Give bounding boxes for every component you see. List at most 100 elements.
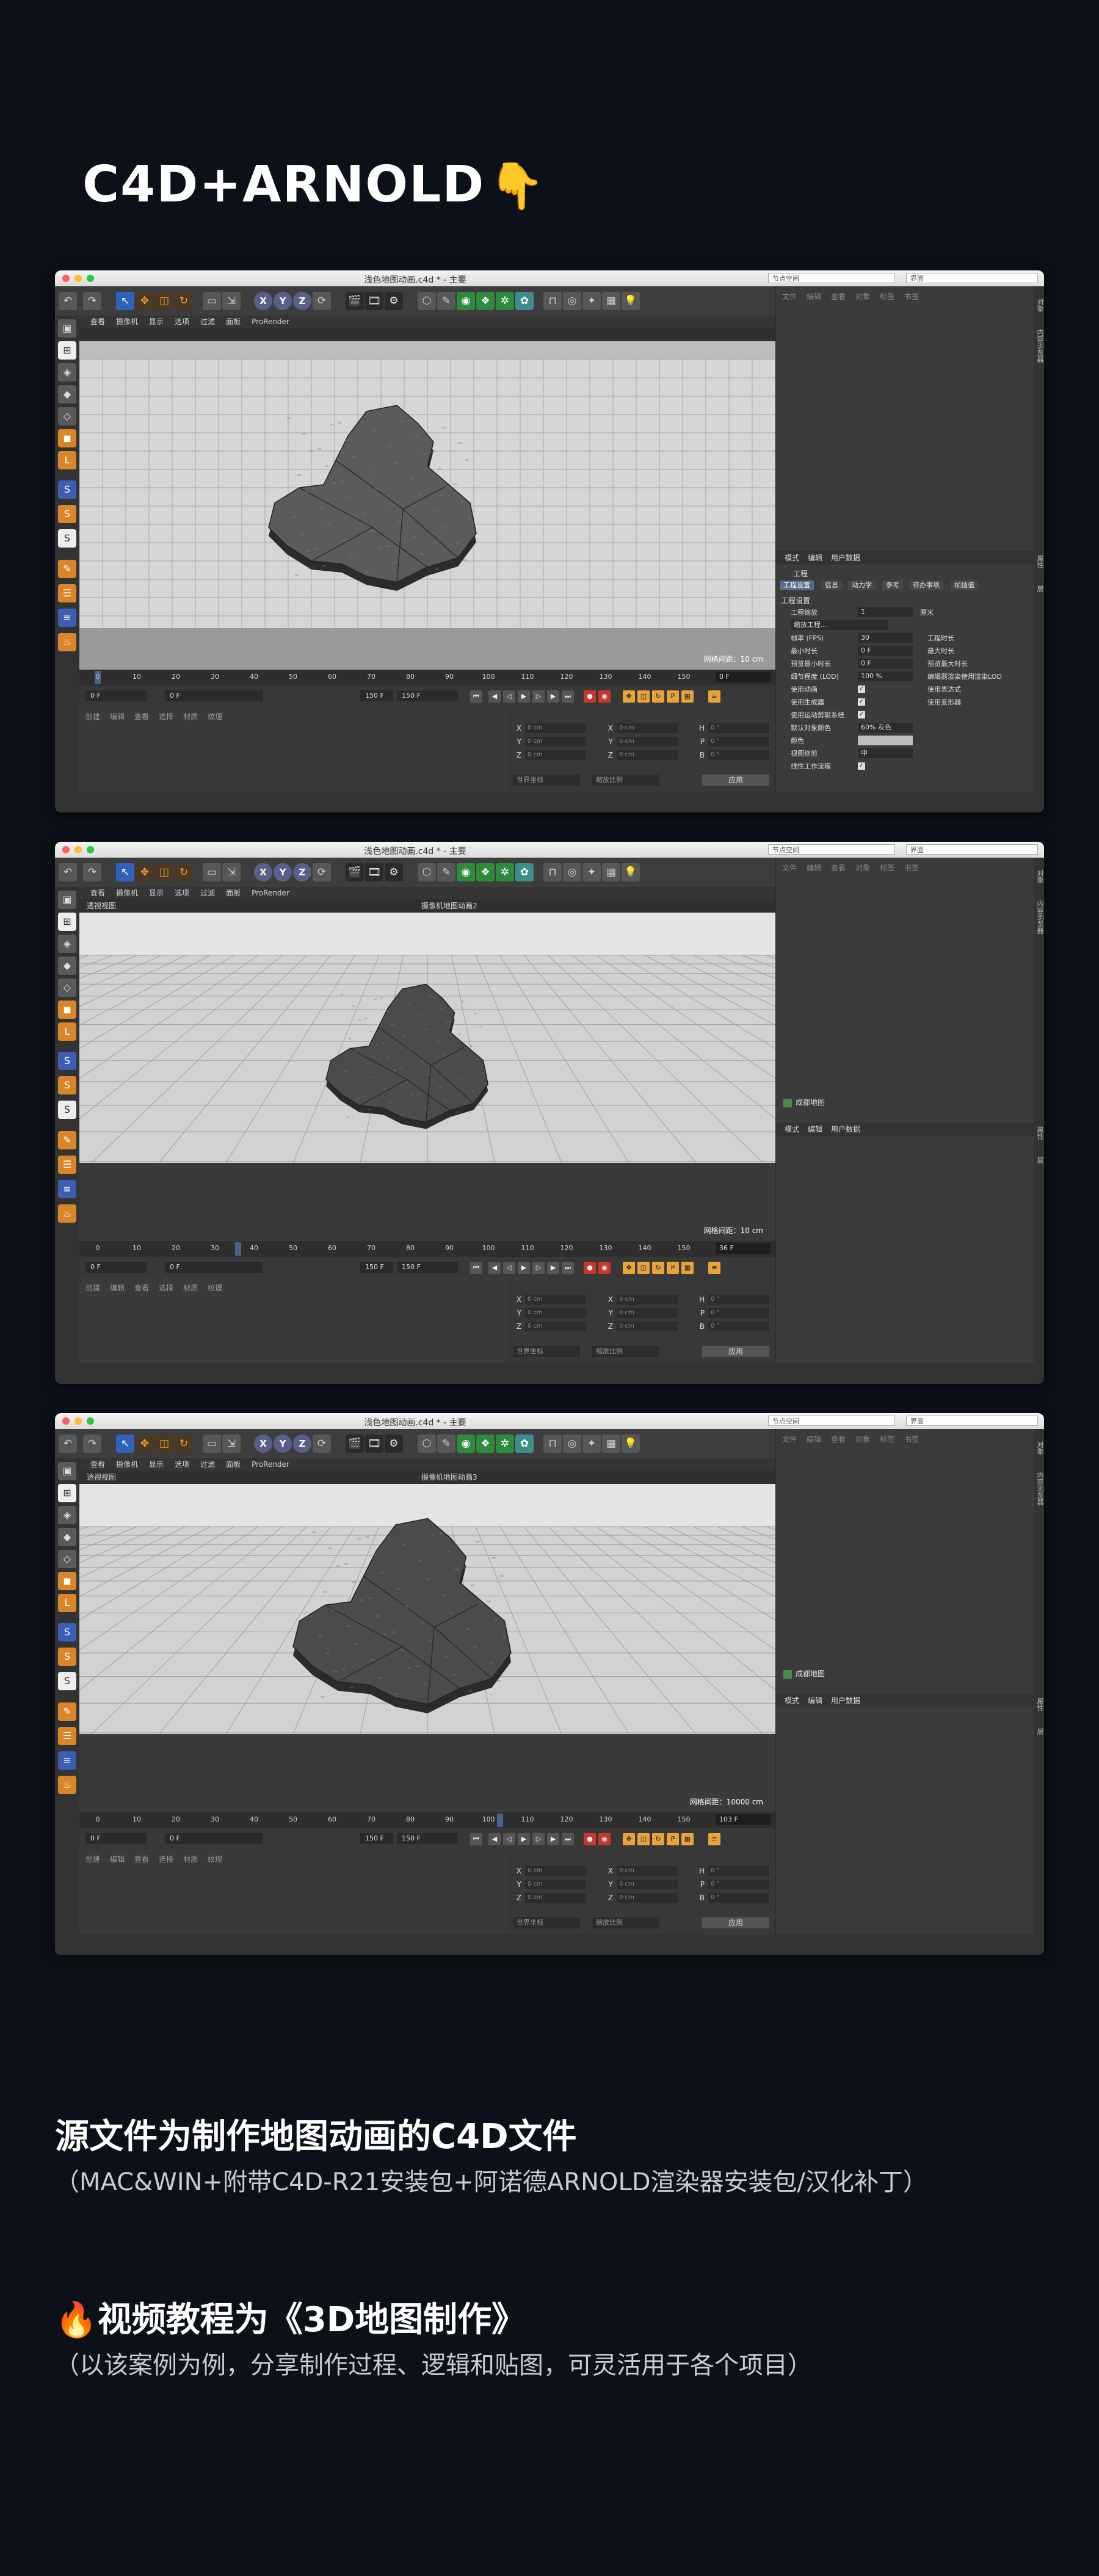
material-menu-item[interactable]: 纹理 — [208, 1855, 222, 1864]
key-scale-icon[interactable]: ◫ — [637, 1833, 650, 1845]
timeline-playhead[interactable] — [235, 1242, 242, 1256]
object-manager-menu-item[interactable]: 标签 — [880, 292, 894, 301]
viewport-menu-item[interactable]: 摄像机 — [116, 889, 138, 897]
polygons-mode-icon[interactable]: ◼ — [58, 1000, 76, 1019]
deformer-icon[interactable]: ✲ — [496, 292, 514, 310]
camera-icon[interactable]: ◎ — [563, 863, 581, 881]
prev-key-icon[interactable]: ◀ — [488, 690, 501, 703]
model-mode-icon[interactable]: ▣ — [58, 1462, 76, 1480]
material-menu-item[interactable]: 材质 — [183, 1855, 198, 1864]
object-manager-menu-item[interactable]: 文件 — [782, 864, 797, 872]
viewport-menu-item[interactable]: 查看 — [90, 1460, 105, 1469]
live-select-icon[interactable]: ↖ — [116, 863, 134, 881]
go-to-start-icon[interactable]: ⏮ — [470, 1262, 482, 1274]
object-list-item[interactable]: 成都地图 — [783, 1668, 825, 1679]
texture-mode-icon[interactable]: ⊞ — [58, 341, 76, 360]
frame-range-field[interactable]: 150 F — [360, 1262, 393, 1273]
scene-icon[interactable]: ▦ — [602, 1435, 620, 1453]
coord-system-icon[interactable]: ⟳ — [313, 1435, 331, 1453]
z-axis-icon[interactable]: Z — [293, 863, 311, 881]
axis-mode-icon[interactable]: L — [58, 451, 76, 469]
attribute-value-field[interactable] — [858, 736, 913, 745]
attribute-checkbox[interactable]: ✓ — [858, 698, 865, 706]
render-settings-icon[interactable]: ⚙ — [385, 292, 403, 310]
key-rotate-icon[interactable]: ↻ — [652, 1833, 664, 1845]
viewport-menu-item[interactable]: 面板 — [226, 317, 241, 326]
material-menu-item[interactable]: 查看 — [134, 1855, 149, 1864]
cube-icon[interactable]: ⬡ — [418, 1435, 436, 1453]
z-axis-icon[interactable]: Z — [293, 1435, 311, 1453]
deformer-icon[interactable]: ✲ — [496, 863, 514, 881]
last-tool-icon[interactable]: ⇲ — [222, 863, 241, 881]
material-menu-item[interactable]: 选择 — [159, 1855, 173, 1864]
render-picture-queue-icon[interactable]: 🎞 — [365, 863, 383, 881]
viewport-menu-item[interactable]: ProRender — [252, 317, 289, 326]
object-manager-menu-item[interactable]: 书签 — [904, 1435, 919, 1444]
key-scale-icon[interactable]: ◫ — [637, 690, 650, 703]
snap-settings-icon[interactable]: S — [58, 1648, 76, 1666]
object-manager-menu-item[interactable]: 标签 — [880, 864, 894, 872]
viewport-menu-item[interactable]: 显示 — [149, 889, 164, 897]
texture-mode-icon[interactable]: ⊞ — [58, 1484, 76, 1502]
position-field[interactable]: 0 cm — [525, 737, 586, 747]
object-manager-menu-item[interactable]: 查看 — [831, 1435, 846, 1444]
key-param-icon[interactable]: P — [667, 690, 679, 703]
prev-frame-icon[interactable]: ◁ — [503, 690, 515, 703]
stack-icon[interactable]: ≡ — [58, 1180, 76, 1198]
lamp-icon[interactable]: 💡 — [622, 863, 640, 881]
attribute-menu-item[interactable]: 模式 — [785, 554, 799, 562]
cube-icon[interactable]: ⬡ — [418, 863, 436, 881]
material-menu-item[interactable]: 编辑 — [110, 1284, 125, 1292]
frame-range-field[interactable]: 0 F — [85, 1262, 147, 1273]
attribute-menu-item[interactable]: 用户数据 — [831, 554, 860, 562]
light-icon[interactable]: ✦ — [582, 292, 601, 310]
redo-icon[interactable]: ↷ — [83, 863, 101, 881]
attribute-tab[interactable]: 待办事项 — [909, 581, 943, 590]
mograph-icon[interactable]: ✿ — [515, 1435, 534, 1453]
next-key-icon[interactable]: ▶ — [547, 1833, 559, 1845]
prev-key-icon[interactable]: ◀ — [488, 1833, 501, 1845]
timeline-ruler[interactable]: 0 10 20 30 40 50 60 70 80 90 100 110 120 130 140 150 36 … — [79, 1241, 775, 1257]
attribute-menu-item[interactable]: 模式 — [785, 1696, 799, 1705]
apply-button[interactable]: 应用 — [702, 1346, 769, 1357]
material-menu-item[interactable]: 编辑 — [110, 712, 125, 721]
viewport-menu-item[interactable]: 过滤 — [200, 889, 215, 897]
size-field[interactable]: 0 cm — [617, 1308, 678, 1318]
subdivision-icon[interactable]: ◉ — [457, 863, 475, 881]
array-icon[interactable]: ❖ — [476, 1435, 495, 1453]
material-menu-item[interactable]: 纹理 — [208, 1284, 222, 1292]
tab-objects[interactable]: 对象 — [1035, 870, 1044, 883]
next-key-icon[interactable]: ▶ — [547, 690, 559, 703]
rotation-field[interactable]: 0 ° — [708, 750, 769, 760]
key-rotate-icon[interactable]: ↻ — [652, 1262, 664, 1274]
x-axis-icon[interactable]: X — [254, 863, 272, 881]
attribute-checkbox[interactable]: ✓ — [858, 711, 865, 718]
timeline-icon[interactable]: ≡ — [708, 1262, 720, 1274]
paint-icon[interactable]: ✎ — [58, 560, 76, 578]
axis-mode-icon[interactable]: L — [58, 1594, 76, 1612]
object-manager-menu-item[interactable]: 书签 — [904, 864, 919, 872]
scale-tool-icon[interactable]: ▭ — [203, 292, 221, 310]
go-to-end-icon[interactable]: ⏭ — [562, 1833, 574, 1845]
node-space-dropdown[interactable]: 节点空间 — [768, 273, 895, 283]
snap-settings-icon[interactable]: S — [58, 505, 76, 523]
key-param-icon[interactable]: P — [667, 1833, 679, 1845]
workplane-icon[interactable]: ◈ — [58, 935, 76, 953]
material-menu-item[interactable]: 查看 — [134, 1284, 149, 1292]
cube-icon[interactable]: ⬡ — [418, 292, 436, 310]
edges-mode-icon[interactable]: ◇ — [58, 407, 76, 425]
rotation-field[interactable]: 0 ° — [708, 723, 769, 733]
attribute-value-field[interactable]: 1 — [858, 607, 913, 617]
viewport-menu-item[interactable]: 过滤 — [200, 1460, 215, 1469]
texture-mode-icon[interactable]: ⊞ — [58, 913, 76, 931]
scene-icon[interactable]: ▦ — [602, 863, 620, 881]
position-field[interactable]: 0 cm — [525, 1893, 586, 1903]
key-rotate-icon[interactable]: ↻ — [652, 690, 664, 703]
object-manager-menu-item[interactable]: 查看 — [831, 292, 846, 301]
position-field[interactable]: 0 cm — [525, 1322, 586, 1331]
position-field[interactable]: 0 cm — [525, 723, 586, 733]
material-menu-item[interactable]: 材质 — [183, 712, 198, 721]
material-menu-item[interactable]: 创建 — [85, 1855, 100, 1864]
brush-icon[interactable]: ☰ — [58, 1156, 76, 1174]
viewport-menu-item[interactable]: ProRender — [252, 1460, 289, 1469]
